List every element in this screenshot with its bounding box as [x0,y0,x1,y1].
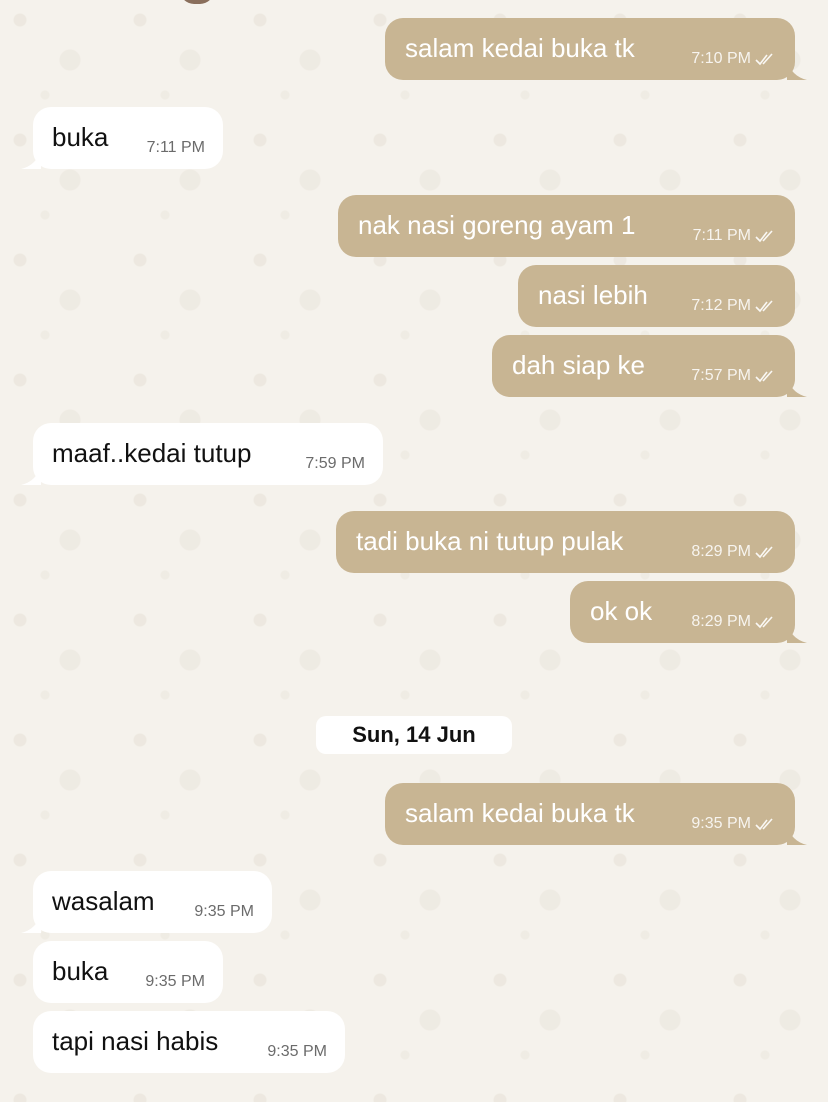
outgoing-message[interactable]: tadi buka ni tutup pulak 8:29 PM [336,511,795,573]
message-time: 9:35 PM [267,1043,327,1060]
incoming-message[interactable]: maaf..kedai tutup 7:59 PM [21,423,383,485]
bubble-tail-icon [21,913,41,933]
incoming-message[interactable]: wasalam 9:35 PM [21,871,272,933]
message-text: buka [52,956,109,986]
message-text: ok ok [590,596,653,626]
date-separator: Sun, 14 Jun [316,716,512,754]
double-check-icon [755,53,773,66]
double-check-icon [755,546,773,559]
message-time: 8:29 PM [691,543,751,560]
bubble-tail-icon [787,377,807,397]
bubble-tail-icon [787,825,807,845]
message-meta: 9:35 PM [691,815,777,833]
message-meta: 7:11 PM [147,139,205,157]
bubble-tail-icon [787,60,807,80]
message-meta: 9:35 PM [267,1043,327,1061]
message-time: 7:11 PM [692,227,751,244]
message-text: nak nasi goreng ayam 1 [358,210,636,240]
bubble-tail-icon [787,623,807,643]
message-time: 9:35 PM [194,903,254,920]
message-time: 7:10 PM [691,50,751,67]
double-check-icon [755,818,773,831]
bubble-tail-icon [21,149,41,169]
outgoing-message[interactable]: dah siap ke 7:57 PM [492,335,807,397]
message-text: dah siap ke [512,350,645,380]
message-meta: 7:59 PM [305,455,365,473]
outgoing-message[interactable]: nasi lebih 7:12 PM [518,265,795,327]
message-text: wasalam [52,886,155,916]
message-meta: 9:35 PM [145,973,205,991]
incoming-message[interactable]: buka 9:35 PM [33,941,223,1003]
incoming-message[interactable]: tapi nasi habis 9:35 PM [33,1011,345,1073]
message-meta: 8:29 PM [691,543,777,561]
double-check-icon [755,230,773,243]
message-time: 9:35 PM [145,973,205,990]
message-time: 7:11 PM [146,139,205,156]
message-text: salam kedai buka tk [405,798,635,828]
message-text: buka [52,122,109,152]
message-time: 8:29 PM [691,613,751,630]
message-text: maaf..kedai tutup [52,438,252,468]
incoming-message[interactable]: buka 7:11 PM [21,107,223,169]
outgoing-message[interactable]: nak nasi goreng ayam 1 7:11 PM [338,195,795,257]
message-time: 7:57 PM [691,367,751,384]
message-text: tadi buka ni tutup pulak [356,526,624,556]
double-check-icon [755,616,773,629]
message-meta: 9:35 PM [194,903,254,921]
message-time: 9:35 PM [691,815,751,832]
message-text: nasi lebih [538,280,648,310]
outgoing-message[interactable]: ok ok 8:29 PM [570,581,807,643]
message-time: 7:59 PM [305,455,365,472]
message-text: salam kedai buka tk [405,33,635,63]
message-time: 7:12 PM [691,297,751,314]
avatar [180,0,214,4]
outgoing-message[interactable]: salam kedai buka tk 7:10 PM [385,18,807,80]
chat-area[interactable]: salam kedai buka tk 7:10 PM buka 7:11 PM… [0,0,828,1102]
message-meta: 7:12 PM [691,297,777,315]
message-meta: 7:57 PM [691,367,777,385]
double-check-icon [755,300,773,313]
outgoing-message[interactable]: salam kedai buka tk 9:35 PM [385,783,807,845]
message-text: tapi nasi habis [52,1026,219,1056]
bubble-tail-icon [21,465,41,485]
message-meta: 7:10 PM [691,50,777,68]
message-meta: 7:11 PM [693,227,777,245]
double-check-icon [755,370,773,383]
message-meta: 8:29 PM [691,613,777,631]
